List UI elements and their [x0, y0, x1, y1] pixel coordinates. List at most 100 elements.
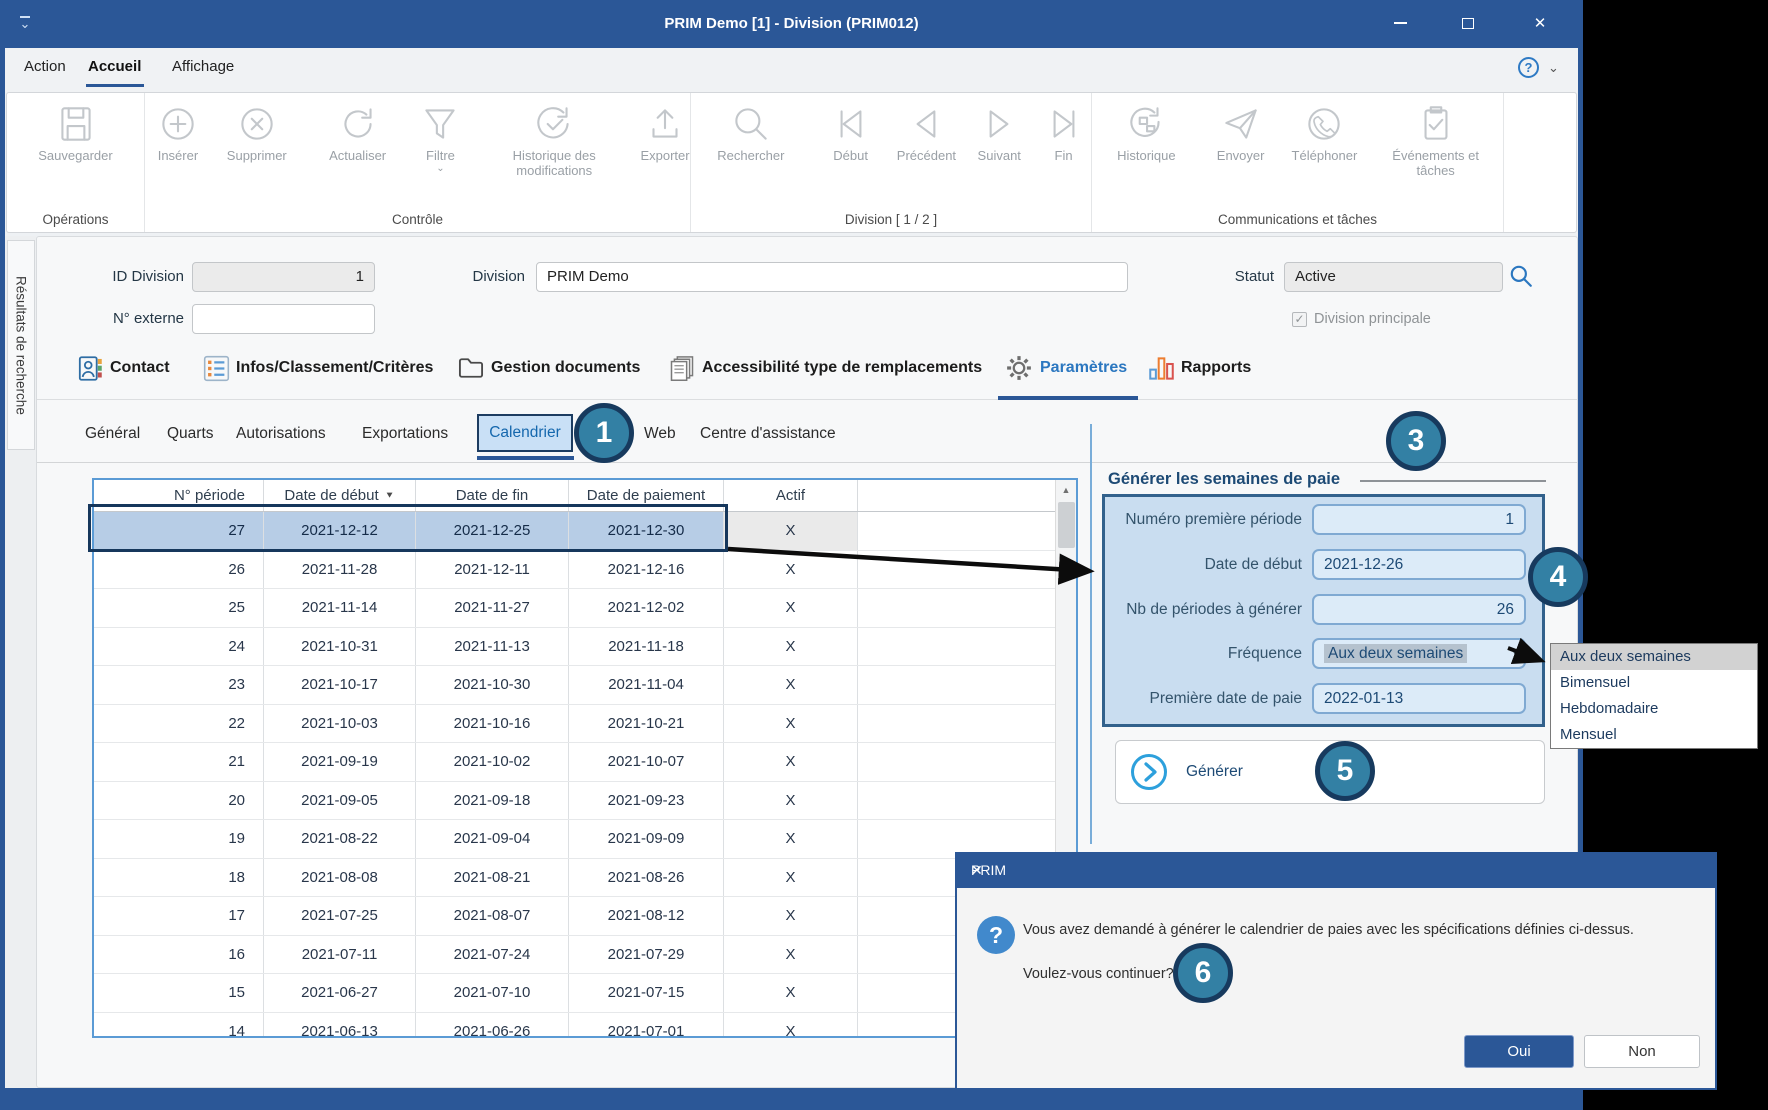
subtab-quarts[interactable]: Quarts	[167, 425, 214, 443]
group-label-division: Division [ 1 / 2 ]	[844, 212, 938, 227]
next-record-button[interactable]: Suivant	[962, 93, 1036, 164]
search-record-button[interactable]: Rechercher	[691, 93, 811, 164]
start-date-label: Date de début	[1204, 556, 1302, 573]
list-icon	[203, 355, 230, 381]
dropdown-option[interactable]: Bimensuel	[1551, 670, 1757, 696]
insert-icon	[162, 108, 194, 140]
export-button[interactable]: Exporter	[640, 93, 690, 164]
phone-button[interactable]: Téléphoner	[1281, 93, 1369, 164]
help-icon[interactable]: ?	[1518, 57, 1539, 78]
sort-desc-icon: ▼	[384, 490, 395, 501]
magnifier-icon	[1510, 265, 1532, 287]
statut-label: Statut	[1234, 268, 1274, 285]
sidebar-tab-resultats[interactable]: Résultats de recherche	[7, 240, 35, 450]
subtab-exportations[interactable]: Exportations	[362, 425, 448, 443]
dropdown-option[interactable]: Mensuel	[1551, 722, 1757, 748]
refresh-button[interactable]: Actualiser	[303, 93, 413, 164]
table-row[interactable]: 20 2021-09-05 2021-09-18 2021-09-23 X	[94, 781, 1076, 820]
tab-infos-classement[interactable]: Infos/Classement/Critères	[203, 350, 433, 386]
externe-field[interactable]	[192, 304, 375, 334]
combo-dropdown-icon[interactable]: ▾	[1512, 640, 1518, 667]
table-row[interactable]: 17 2021-07-25 2021-08-07 2021-08-12 X	[94, 897, 1076, 936]
generate-section-title: Générer les semaines de paie	[1108, 470, 1341, 488]
annotation-circle-1: 1	[574, 403, 634, 463]
subtab-web[interactable]: Web	[644, 425, 676, 443]
frequency-combo[interactable]: Aux deux semaines ▾	[1312, 638, 1526, 669]
last-record-button[interactable]: Fin	[1036, 93, 1091, 164]
dialog-titlebar: PRIM ✕	[957, 854, 1715, 888]
next-record-icon	[989, 110, 1009, 138]
statut-search-button[interactable]	[1508, 263, 1542, 292]
minimize-button[interactable]	[1384, 8, 1416, 40]
yes-button[interactable]: Oui	[1464, 1035, 1574, 1068]
send-icon	[1224, 109, 1257, 139]
previous-record-icon	[916, 110, 936, 138]
filter-button[interactable]: Filtre ⌄	[413, 93, 469, 174]
sidebar-tab-label: Résultats de recherche	[13, 275, 29, 415]
active-menu-underline	[86, 84, 144, 87]
scrollbar-thumb[interactable]	[1058, 502, 1075, 548]
menu-affichage[interactable]: Affichage	[172, 58, 234, 75]
history-modifications-icon	[537, 107, 569, 139]
table-row[interactable]: 22 2021-10-03 2021-10-16 2021-10-21 X	[94, 704, 1076, 743]
annotation-circle-6: 6	[1173, 943, 1233, 1003]
start-date-field[interactable]: 2021-12-26	[1312, 549, 1526, 580]
dropdown-option[interactable]: Aux deux semaines	[1551, 644, 1757, 670]
table-row[interactable]: 16 2021-07-11 2021-07-24 2021-07-29 X	[94, 935, 1076, 974]
subtab-assistance[interactable]: Centre d'assistance	[700, 425, 836, 443]
first-period-field[interactable]: 1	[1312, 504, 1526, 535]
division-principale-checkbox[interactable]: ✓	[1292, 312, 1307, 327]
table-row[interactable]: 21 2021-09-19 2021-10-02 2021-10-07 X	[94, 743, 1076, 782]
periods-count-field[interactable]: 26	[1312, 594, 1526, 625]
table-row[interactable]: 23 2021-10-17 2021-10-30 2021-11-04 X	[94, 666, 1076, 705]
tab-gestion-documents[interactable]: Gestion documents	[457, 350, 640, 386]
send-button[interactable]: Envoyer	[1201, 93, 1281, 164]
menu-action[interactable]: Action	[24, 58, 66, 75]
delete-button[interactable]: Supprimer	[211, 93, 303, 164]
division-field[interactable]: PRIM Demo	[536, 262, 1128, 292]
history-icon	[1130, 107, 1160, 137]
scroll-up-icon[interactable]: ▲	[1056, 480, 1076, 500]
frequency-dropdown-list: Aux deux semaines Bimensuel Hebdomadaire Me…	[1550, 643, 1758, 749]
tab-contact[interactable]: Contact	[77, 350, 170, 386]
first-pay-date-label: Première date de paie	[1149, 690, 1302, 707]
dialog-close-icon[interactable]: ✕	[971, 862, 1703, 879]
gear-icon	[1007, 356, 1031, 380]
filter-dropdown-icon[interactable]: ⌄	[436, 163, 444, 174]
subtab-general[interactable]: Général	[85, 425, 140, 443]
table-row[interactable]: 19 2021-08-22 2021-09-04 2021-09-09 X	[94, 820, 1076, 859]
phone-icon	[1308, 108, 1341, 140]
group-label-controle: Contrôle	[391, 212, 444, 227]
previous-record-button[interactable]: Précédent	[891, 93, 963, 164]
dropdown-option[interactable]: Hebdomadaire	[1551, 696, 1757, 722]
first-pay-date-field[interactable]: 2022-01-13	[1312, 683, 1526, 714]
table-row[interactable]: 25 2021-11-14 2021-11-27 2021-12-02 X	[94, 589, 1076, 628]
maximize-button[interactable]	[1452, 8, 1484, 40]
table-row[interactable]: 18 2021-08-08 2021-08-21 2021-08-26 X	[94, 858, 1076, 897]
subtab-calendrier[interactable]: Calendrier	[477, 414, 573, 452]
division-principale-label: Division principale	[1314, 311, 1431, 327]
table-row[interactable]: 15 2021-06-27 2021-07-10 2021-07-15 X	[94, 974, 1076, 1013]
tab-rapports[interactable]: Rapports	[1148, 350, 1251, 386]
table-row[interactable]: 24 2021-10-31 2021-11-13 2021-11-18 X	[94, 627, 1076, 666]
history-button[interactable]: Historique	[1092, 93, 1201, 164]
ribbon-collapse-icon[interactable]: ⌄	[1548, 60, 1559, 76]
dialog-message-2: Voulez-vous continuer?	[1023, 966, 1174, 982]
close-button[interactable]: ✕	[1524, 8, 1556, 40]
insert-button[interactable]: Insérer	[145, 93, 211, 164]
tab-accessibilite[interactable]: Accessibilité type de remplacements	[668, 350, 982, 386]
first-record-button[interactable]: Début	[811, 93, 891, 164]
no-button[interactable]: Non	[1584, 1035, 1700, 1068]
tab-parametres[interactable]: Paramètres	[1004, 350, 1127, 386]
events-tasks-button[interactable]: Événements et tâches	[1368, 93, 1503, 179]
ribbon-group-operations: Sauvegarder Opérations	[7, 93, 145, 232]
save-button[interactable]: Sauvegarder	[7, 93, 144, 164]
table-row[interactable]: 26 2021-11-28 2021-12-11 2021-12-16 X	[94, 550, 1076, 589]
menu-accueil[interactable]: Accueil	[88, 58, 141, 75]
header-actif[interactable]: Actif	[724, 480, 858, 511]
generate-arrow-icon	[1131, 754, 1167, 790]
frequency-label: Fréquence	[1227, 645, 1302, 662]
history-modifications-button[interactable]: Historique des modifications	[468, 93, 640, 179]
table-row[interactable]: 14 2021-06-13 2021-06-26 2021-07-01 X	[94, 1012, 1076, 1036]
subtab-autorisations[interactable]: Autorisations	[236, 425, 326, 443]
